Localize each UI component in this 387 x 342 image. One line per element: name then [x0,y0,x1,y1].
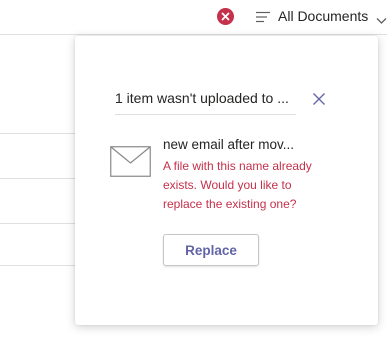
list-divider [0,223,75,224]
upload-error-panel: 1 item wasn't uploaded to ... new email … [75,36,378,325]
failed-file-name: new email after mov... [163,137,295,152]
replace-button[interactable]: Replace [163,234,259,266]
email-envelope-icon [110,146,151,177]
upload-error-message: A file with this name already exists. Wo… [163,159,312,211]
close-icon[interactable] [311,91,327,107]
list-lines-icon[interactable] [256,10,270,23]
top-command-bar: All Documents [0,0,387,34]
view-selector[interactable]: All Documents [278,8,368,24]
list-divider [0,133,75,134]
list-divider [0,265,75,266]
list-divider [0,178,75,179]
error-circle-icon[interactable] [217,8,234,25]
panel-heading: 1 item wasn't uploaded to ... [115,90,289,106]
chevron-down-icon[interactable] [376,12,387,24]
heading-divider [115,114,296,115]
list-divider [0,34,387,35]
